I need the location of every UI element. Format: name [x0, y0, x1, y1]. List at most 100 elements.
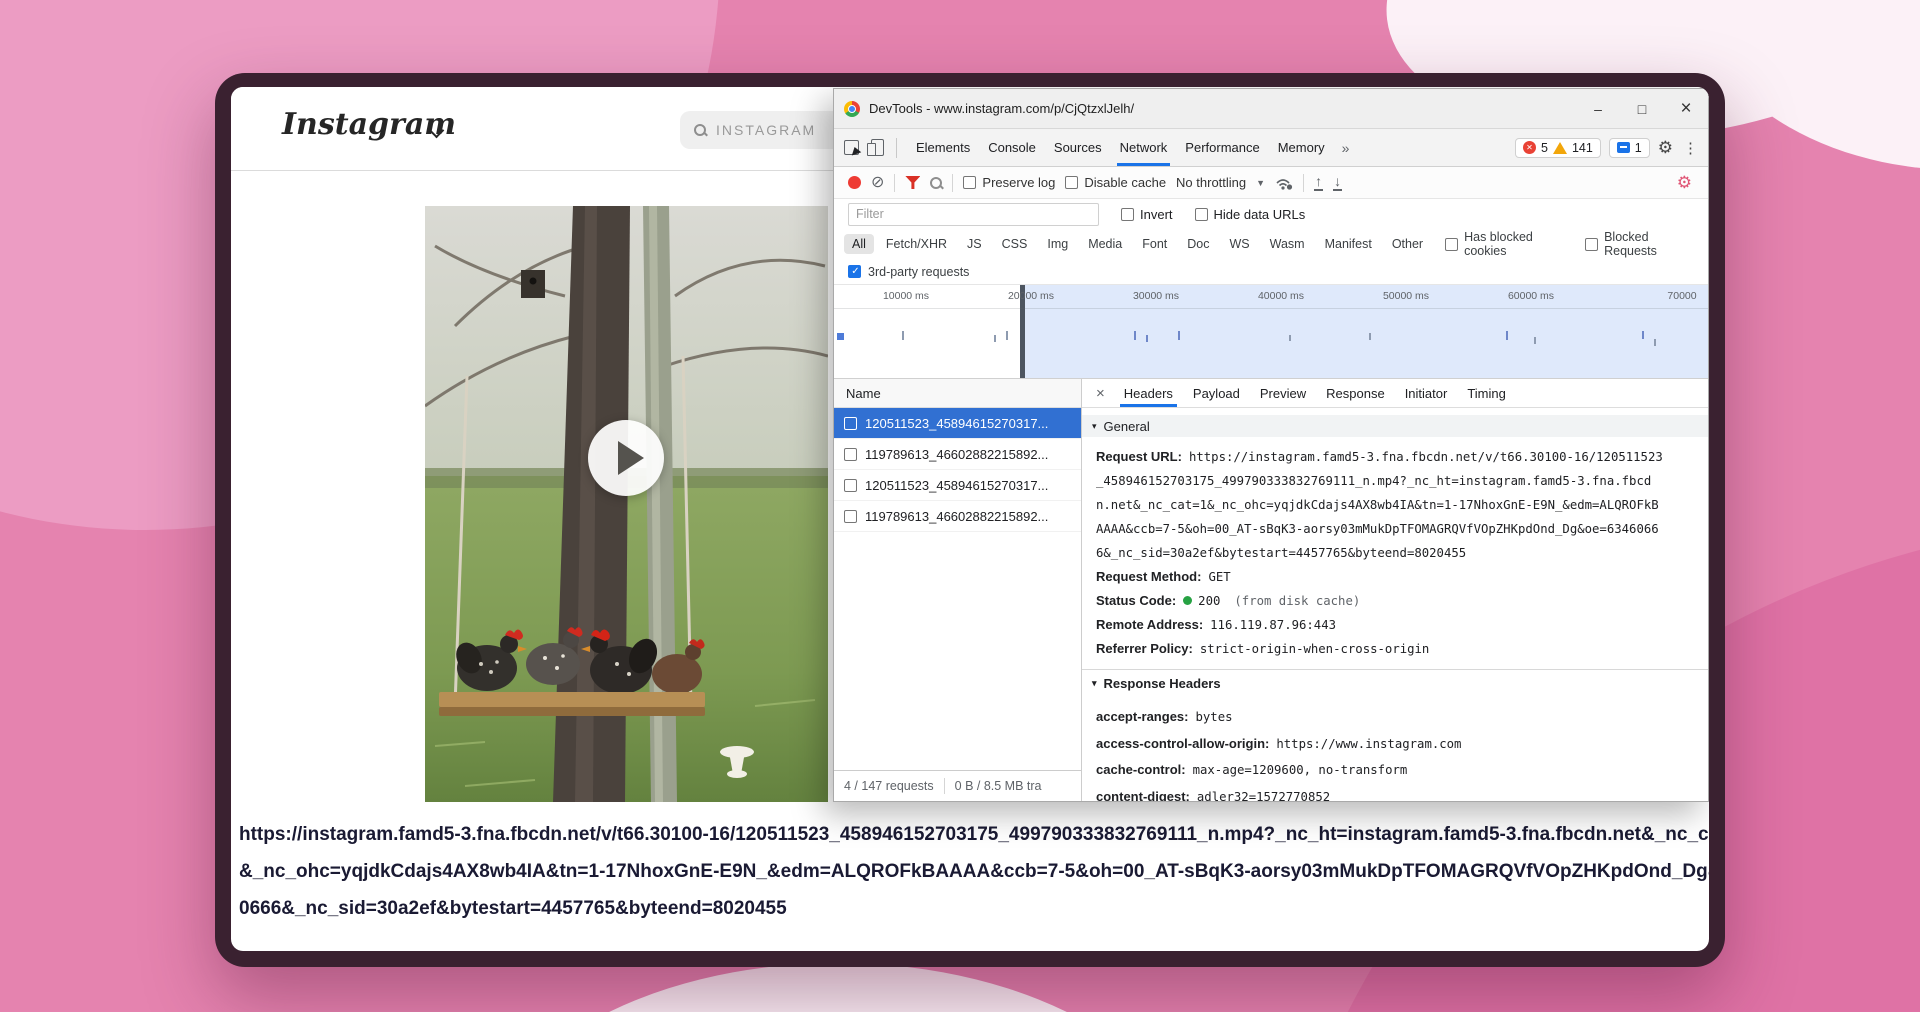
video-still-chickens-on-swing [425, 206, 828, 802]
headers-content: ▾ General Request URL:https://instagram.… [1082, 408, 1708, 801]
checkbox[interactable] [844, 448, 857, 461]
checkbox[interactable] [1121, 208, 1134, 221]
chip-ws[interactable]: WS [1221, 234, 1257, 254]
tab-timing[interactable]: Timing [1458, 379, 1515, 407]
minimize-button[interactable]: – [1576, 89, 1620, 128]
third-party-checkbox[interactable] [848, 265, 861, 278]
tab-initiator[interactable]: Initiator [1396, 379, 1457, 407]
error-icon [1523, 141, 1536, 154]
hide-data-urls-toggle[interactable]: Hide data URLs [1195, 207, 1306, 222]
chip-all[interactable]: All [844, 234, 874, 254]
chip-doc[interactable]: Doc [1179, 234, 1217, 254]
divider [894, 174, 895, 192]
request-row[interactable]: 119789613_46602882215892... [834, 501, 1081, 532]
network-settings-gear-icon[interactable]: ⚙ [1669, 173, 1700, 193]
tab-network[interactable]: Network [1111, 129, 1177, 166]
preserve-log-label: Preserve log [982, 175, 1055, 190]
timeline-overview[interactable]: 10000 ms 20000 ms 30000 ms 40000 ms 5000… [834, 285, 1708, 379]
filter-icon[interactable] [905, 176, 920, 189]
request-url-value: n.net&_nc_cat=1&_nc_ohc=yqjdkCdajs4AX8wb… [1096, 498, 1659, 512]
search-input[interactable]: INSTAGRAM [716, 122, 816, 138]
checkbox[interactable] [844, 479, 857, 492]
filter-input[interactable] [848, 203, 1099, 226]
chip-img[interactable]: Img [1039, 234, 1076, 254]
third-party-label: 3rd-party requests [868, 265, 969, 279]
timeline-tick-label: 60000 ms [1508, 290, 1554, 302]
blocked-requests-toggle[interactable]: Blocked Requests [1585, 230, 1698, 258]
checkbox[interactable] [963, 176, 976, 189]
tab-payload[interactable]: Payload [1184, 379, 1249, 407]
has-blocked-cookies-toggle[interactable]: Has blocked cookies [1445, 230, 1571, 258]
requests-column-header[interactable]: Name [834, 379, 1081, 408]
network-conditions-icon[interactable] [1275, 176, 1293, 190]
devtools-titlebar[interactable]: DevTools - www.instagram.com/p/CjQtzxlJe… [834, 89, 1708, 129]
timeline-tick-label: 50000 ms [1383, 290, 1429, 302]
settings-gear-icon[interactable]: ⚙ [1650, 138, 1681, 158]
general-section-header[interactable]: ▾ General [1082, 415, 1708, 437]
close-details-icon[interactable]: × [1088, 385, 1113, 402]
checkbox[interactable] [844, 417, 857, 430]
checkbox[interactable] [844, 510, 857, 523]
checkbox[interactable] [1445, 238, 1458, 251]
play-icon[interactable] [588, 420, 664, 496]
request-method-value: GET [1208, 570, 1230, 584]
divider [896, 138, 897, 158]
checkbox[interactable] [1585, 238, 1598, 251]
chip-other[interactable]: Other [1384, 234, 1431, 254]
status-code-row: Status Code:200(from disk cache) [1096, 589, 1694, 613]
error-count: 5 [1541, 141, 1548, 155]
tab-response[interactable]: Response [1317, 379, 1394, 407]
video-thumbnail[interactable] [425, 206, 828, 802]
triangle-down-icon: ▾ [1092, 421, 1097, 432]
search-icon[interactable] [930, 177, 942, 189]
chip-font[interactable]: Font [1134, 234, 1175, 254]
checkbox[interactable] [1065, 176, 1078, 189]
chip-css[interactable]: CSS [994, 234, 1036, 254]
overflow-menu-icon[interactable]: ⋮ [1681, 139, 1700, 157]
more-tabs-icon[interactable]: » [1334, 140, 1358, 156]
export-har-icon[interactable]: ↓ [1333, 174, 1342, 191]
issues-badge[interactable]: 1 [1609, 138, 1650, 158]
tab-headers[interactable]: Headers [1115, 379, 1182, 407]
chip-fetch-xhr[interactable]: Fetch/XHR [878, 234, 955, 254]
timeline-activity-tick [1006, 331, 1008, 340]
tab-preview[interactable]: Preview [1251, 379, 1315, 407]
response-header-row: content-digest:adler32=1572770852 [1096, 784, 1694, 802]
response-headers-section-header[interactable]: ▾ Response Headers [1082, 669, 1708, 696]
timeline-activity-tick [1506, 331, 1508, 340]
close-button[interactable]: × [1664, 89, 1708, 128]
chip-media[interactable]: Media [1080, 234, 1130, 254]
hide-data-urls-label: Hide data URLs [1214, 207, 1306, 222]
throttling-dropdown[interactable]: No throttling ▼ [1176, 175, 1265, 190]
tab-console[interactable]: Console [979, 129, 1045, 166]
preserve-log-toggle[interactable]: Preserve log [963, 175, 1055, 190]
request-row[interactable]: 120511523_45894615270317... [834, 470, 1081, 501]
chip-manifest[interactable]: Manifest [1317, 234, 1380, 254]
warning-count: 141 [1572, 141, 1593, 155]
tab-memory[interactable]: Memory [1269, 129, 1334, 166]
clear-icon[interactable]: ⊘ [871, 175, 884, 191]
chip-js[interactable]: JS [959, 234, 990, 254]
chip-wasm[interactable]: Wasm [1262, 234, 1313, 254]
request-row[interactable]: 120511523_45894615270317... [834, 408, 1081, 439]
errors-warnings-badge[interactable]: 5 141 [1515, 138, 1601, 158]
tab-elements[interactable]: Elements [907, 129, 979, 166]
requests-count: 4 / 147 requests [834, 779, 944, 793]
tab-performance[interactable]: Performance [1176, 129, 1268, 166]
checkbox[interactable] [1195, 208, 1208, 221]
issues-count: 1 [1635, 141, 1642, 155]
request-row[interactable]: 119789613_46602882215892... [834, 439, 1081, 470]
caption-line: &_nc_ohc=yqjdkCdajs4AX8wb4IA&tn=1-17Nhox… [239, 853, 1701, 890]
inspect-element-icon[interactable] [844, 140, 859, 155]
tab-sources[interactable]: Sources [1045, 129, 1111, 166]
response-header-row: cache-control:max-age=1209600, no-transf… [1096, 757, 1694, 784]
maximize-button[interactable]: □ [1620, 89, 1664, 128]
record-button[interactable] [848, 176, 861, 189]
status-ok-icon [1183, 596, 1192, 605]
timeline-activity-tick [1534, 337, 1536, 344]
import-har-icon[interactable]: ↑ [1314, 174, 1323, 191]
disable-cache-toggle[interactable]: Disable cache [1065, 175, 1166, 190]
invert-toggle[interactable]: Invert [1121, 207, 1173, 222]
device-toolbar-icon[interactable] [871, 139, 884, 156]
instagram-logo[interactable]: Instagram [282, 107, 456, 142]
